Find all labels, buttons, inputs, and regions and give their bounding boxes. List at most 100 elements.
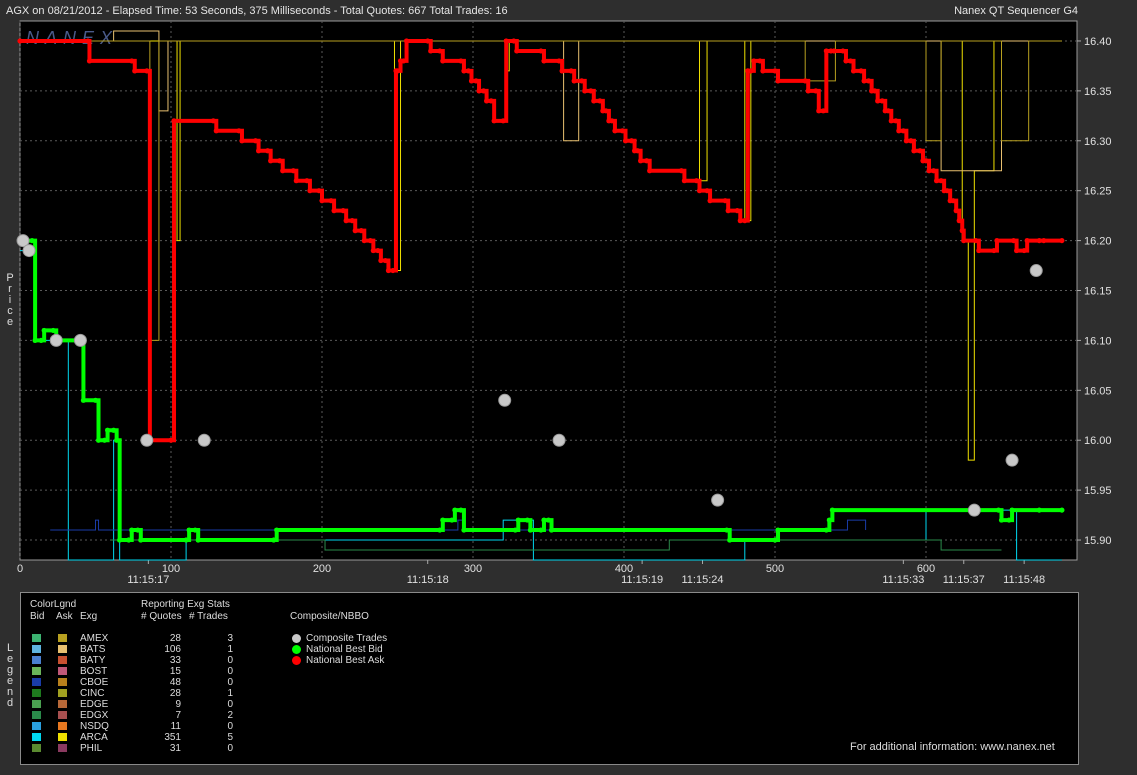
nbbo-ask-point [378,257,384,264]
nbbo-bid-point [186,527,192,533]
legend-exchange-name: PHIL [80,743,103,754]
nbbo-ask-point [885,108,891,114]
x-tick-label: 300 [464,563,482,575]
nbbo-ask-point [307,188,313,194]
nbbo-ask-point [588,88,594,94]
legend-bid-swatch [32,744,41,752]
nbbo-ask-point [772,68,778,74]
nbbo-bid-point [452,507,458,513]
nbbo-ask-point [775,78,781,84]
nbbo-bid-point [995,507,1002,513]
y-tick-label: 16.00 [1084,435,1112,447]
nanex-watermark: NANEX [26,28,118,48]
nbbo-ask-point [678,168,684,174]
y-axis-label-char: e [6,316,14,328]
legend-composite-swatch [292,645,301,654]
legend-header-composite: Composite/NBBO [290,611,369,622]
legend-quote-count: 31 [169,743,181,754]
nbbo-ask-point [171,118,177,124]
nbbo-ask-point [591,98,597,104]
nbbo-ask-point [210,118,216,124]
nbbo-ask-point [375,247,381,254]
nbbo-ask-point [268,158,274,164]
nbbo-ask-point [923,158,929,164]
nbbo-ask-point [304,178,310,184]
trade-marker [967,503,981,517]
nbbo-ask-point [704,188,710,194]
nbbo-ask-point [1010,237,1017,244]
legend-header-ask: Ask [56,611,73,622]
legend-ask-swatch [58,634,67,642]
nbbo-ask-point [858,68,864,74]
legend-quote-count: 28 [169,688,181,699]
nbbo-bid-point [135,527,141,533]
nbbo-ask-point [582,88,588,94]
nbbo-ask-point [816,108,822,114]
legend-exchange-name: CINC [80,688,105,699]
nbbo-bid-point [458,507,464,513]
legend-exchange-name: BATY [80,655,106,666]
legend-header-stats: Reporting Exg Stats [141,599,230,610]
nbbo-bid-point [829,507,835,513]
nbbo-bid-point [826,517,832,523]
nbbo-ask-point [213,128,219,134]
legend-bid-swatch [32,634,41,642]
nbbo-bid-point [512,527,518,533]
nbbo-ask-point [319,198,325,204]
legend-header-bid: Bid [30,611,45,622]
nbbo-ask-point [488,98,494,104]
nbbo-ask-point [385,267,392,274]
nbbo-bid-point [271,537,277,543]
legend-trade-count: 0 [227,743,233,754]
legend-ask-swatch [58,645,67,653]
legend-bid-swatch [32,678,41,686]
nbbo-ask-point [813,88,819,94]
nbbo-ask-point [976,247,982,254]
nbbo-ask-point [933,178,940,184]
nbbo-ask-point [757,58,763,64]
nbbo-ask-point [579,78,585,84]
nbbo-ask-point [693,178,700,184]
legend-bid-swatch [32,645,41,653]
nbbo-ask-point [734,208,740,214]
nbbo-ask-point [1021,247,1027,254]
legend-header-quotes: # Quotes [141,611,182,622]
legend-composite-label: Composite Trades [306,633,388,644]
nbbo-ask-point [926,168,932,174]
legend-exchange-name: NSDQ [80,721,109,732]
nbbo-ask-point [900,128,906,134]
x-tick-label: 500 [766,563,784,575]
nbbo-ask-point [511,38,517,44]
nbbo-ask-point [1014,247,1020,254]
nbbo-ask-point [571,78,577,84]
legend-trade-count: 2 [227,710,233,721]
time-label: 11:15:24 [682,574,724,586]
nbbo-ask-point [538,48,544,54]
nbbo-ask-point [17,38,23,44]
nbbo-ask-point [959,228,965,234]
legend-ask-swatch [58,711,67,719]
time-label: 11:15:48 [1003,574,1045,586]
nbbo-ask-point [973,237,979,244]
legend-trade-count: 1 [227,644,233,655]
nbbo-ask-point [461,68,467,74]
nbbo-bid-point [117,537,123,543]
legend-trade-count: 5 [227,732,233,743]
nbbo-bid-point [772,537,778,543]
legend-trade-count: 1 [227,688,233,699]
y-axis-label: Price [4,273,16,328]
nbbo-ask-point [85,38,91,44]
nbbo-ask-point [950,198,956,204]
nbbo-bid-point [111,427,117,433]
nbbo-ask-point [541,58,547,64]
legend-quote-count: 351 [164,732,181,743]
nbbo-ask-point [917,148,923,154]
nbbo-ask-point [994,237,1000,244]
nbbo-ask-point [1036,237,1042,244]
nbbo-ask-point [903,138,909,144]
nbbo-ask-point [888,118,894,124]
time-label: 11:15:18 [407,574,449,586]
legend-header-trades: # Trades [189,611,228,622]
nbbo-bid-point [545,517,552,523]
y-tick-label: 16.25 [1084,186,1112,198]
